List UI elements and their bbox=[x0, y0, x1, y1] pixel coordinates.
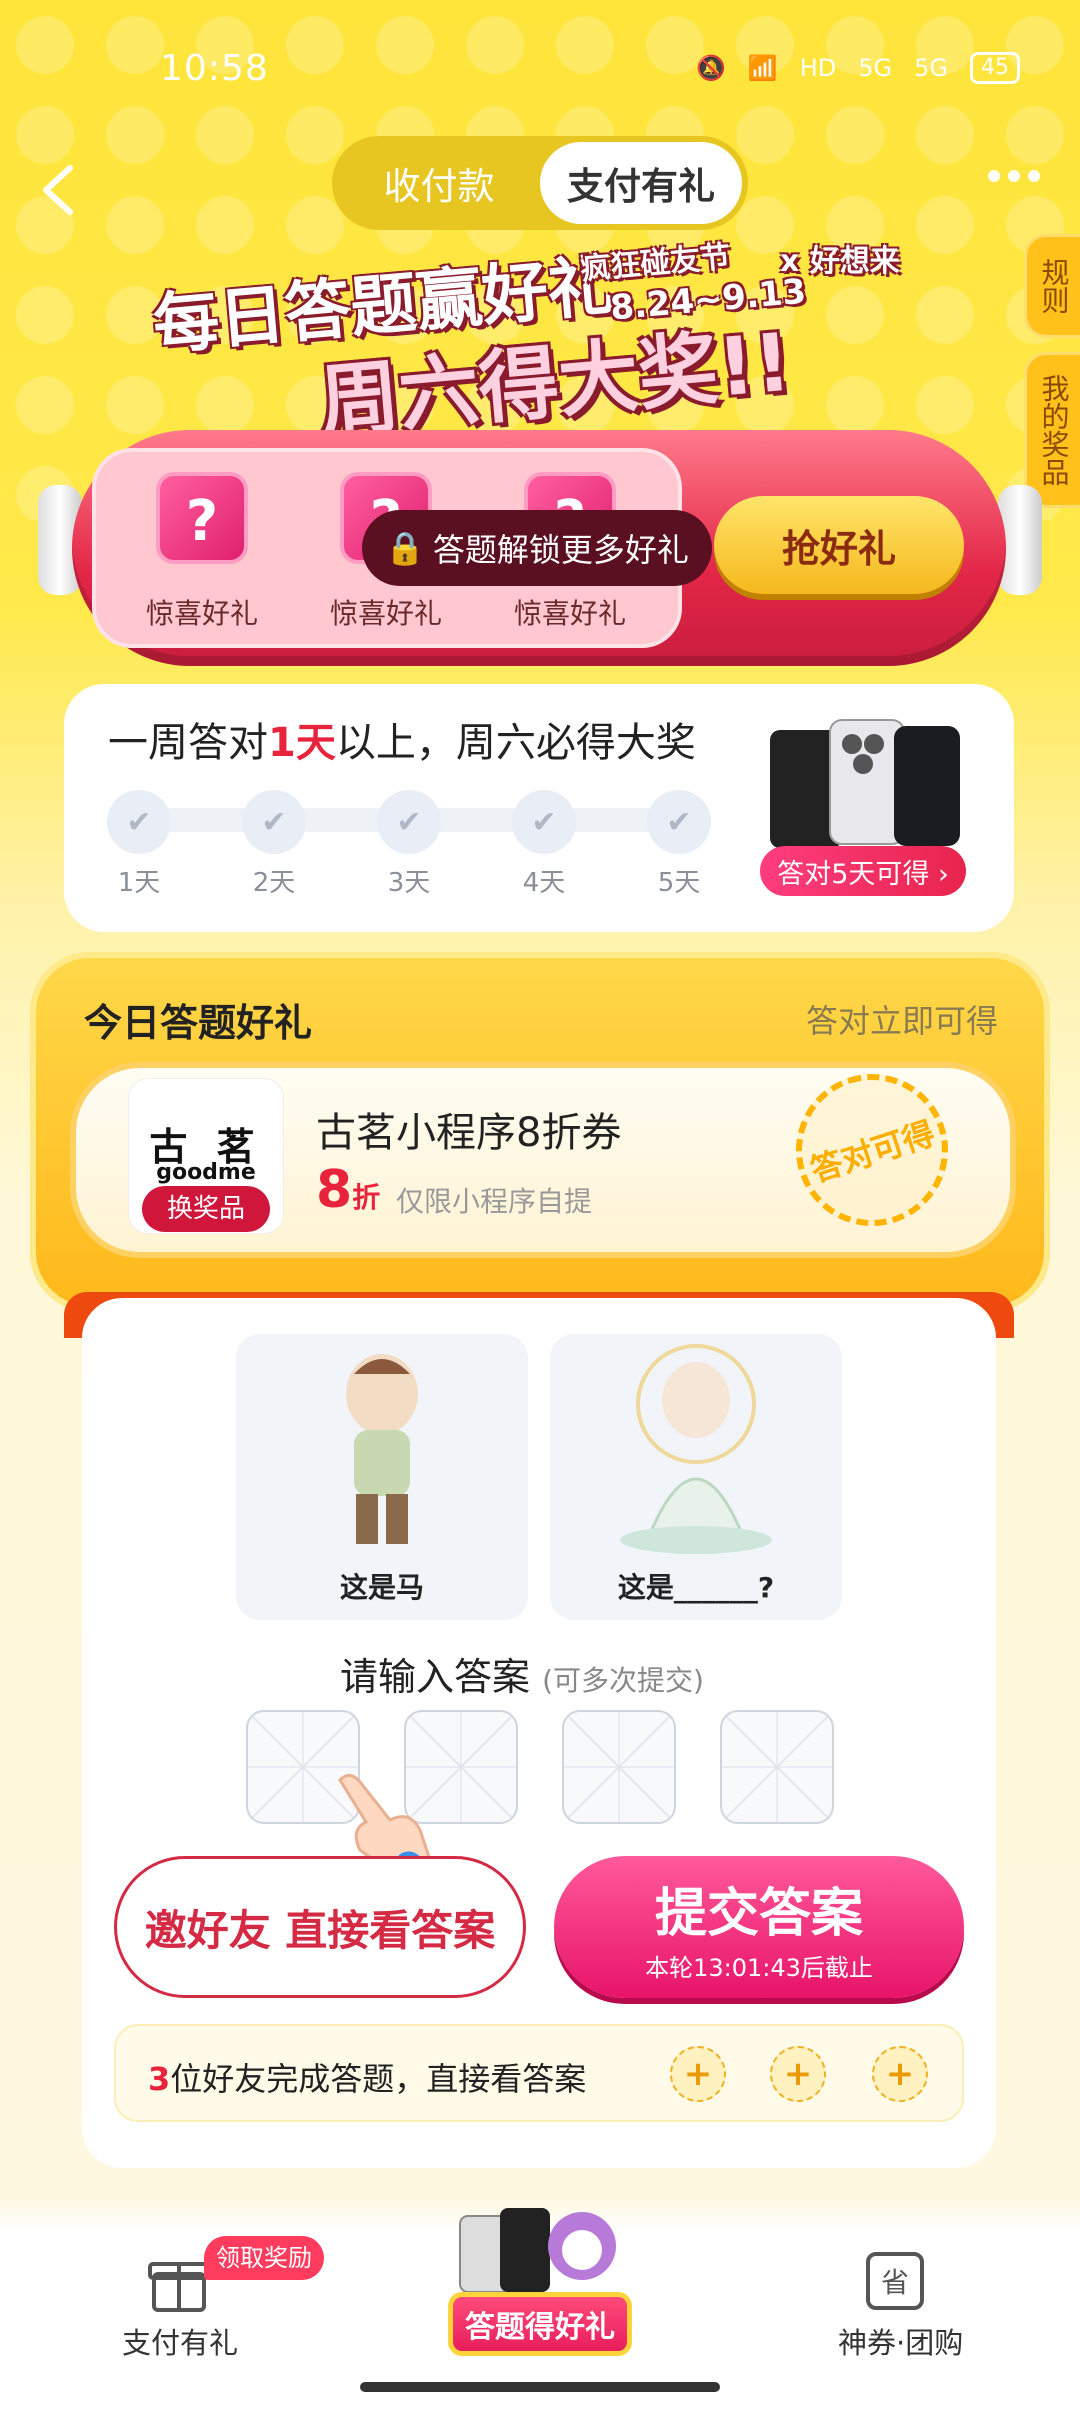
submit-deadline: 本轮13:01:43后截止 bbox=[645, 1954, 873, 1982]
day-label: 4天 bbox=[522, 868, 566, 898]
day-check-icon: ✔ bbox=[512, 790, 576, 854]
coupon-book-icon[interactable]: 省 bbox=[862, 2248, 928, 2314]
prize-showcase-icon bbox=[459, 2208, 616, 2293]
horse-figure-icon bbox=[346, 1354, 418, 1544]
add-friend-icon[interactable]: + bbox=[670, 2046, 726, 2102]
nav-pay-gift[interactable]: 支付有礼 bbox=[122, 2320, 238, 2362]
today-title: 今日答题好礼 bbox=[84, 1001, 313, 1045]
back-icon[interactable] bbox=[34, 160, 84, 220]
signal-2-icon: 5G bbox=[914, 54, 948, 82]
signal-1-icon: 5G bbox=[858, 54, 893, 82]
battery-icon: 45 bbox=[970, 52, 1020, 84]
submit-answer-button[interactable]: 提交答案 本轮13:01:43后截止 bbox=[554, 1856, 964, 1998]
five-day-reward-tag[interactable]: 答对5天可得 › bbox=[760, 846, 966, 896]
add-friend-icon[interactable]: + bbox=[872, 2046, 928, 2102]
mystery-gift-icon: ? bbox=[156, 472, 248, 564]
unlock-pill: 🔒 答题解锁更多好礼 bbox=[362, 510, 712, 586]
grab-gift-button[interactable]: 抢好礼 bbox=[714, 496, 964, 594]
coupon-note: 仅限小程序自提 bbox=[396, 1185, 593, 1218]
coupon-name: 古茗小程序8折券 bbox=[316, 1110, 622, 1156]
svg-text:省: 省 bbox=[881, 2266, 909, 2299]
friends-helper-text: 3位好友完成答题，直接看答案 bbox=[148, 2060, 587, 2098]
day-label: 1天 bbox=[117, 868, 161, 898]
add-friend-icon[interactable]: + bbox=[770, 2046, 826, 2102]
grand-prize-image bbox=[770, 719, 960, 848]
rules-tab[interactable]: 规则 bbox=[1024, 234, 1080, 338]
image-caption: 这是马 bbox=[339, 1571, 424, 1604]
day-label: 5天 bbox=[657, 868, 701, 898]
tab-collect[interactable]: 收付款 bbox=[338, 142, 540, 224]
unlock-text: 答题解锁更多好礼 bbox=[432, 531, 689, 569]
gift-box-icon[interactable] bbox=[148, 2250, 210, 2314]
lock-icon: 🔒 bbox=[385, 529, 425, 567]
status-time: 10:58 bbox=[160, 48, 269, 89]
gift-label: 惊喜好礼 bbox=[145, 597, 258, 630]
gift-label: 惊喜好礼 bbox=[513, 597, 626, 630]
deity-horse-figure-icon bbox=[620, 1344, 772, 1554]
day-check-icon: ✔ bbox=[647, 790, 711, 854]
day-label: 3天 bbox=[387, 868, 431, 898]
claim-reward-badge[interactable]: 领取奖励 bbox=[204, 2236, 324, 2280]
day-check-icon: ✔ bbox=[242, 790, 306, 854]
answer-char-input[interactable] bbox=[562, 1710, 676, 1824]
submit-label: 提交答案 bbox=[654, 1884, 863, 1944]
status-icons: 🔕 📶 HD 5G 5G 45 bbox=[696, 52, 1020, 84]
gift-label: 惊喜好礼 bbox=[329, 597, 442, 630]
day-label: 2天 bbox=[252, 868, 296, 898]
nav-quiz-gift[interactable]: 答题得好礼 bbox=[448, 2292, 632, 2356]
home-indicator bbox=[360, 2382, 720, 2392]
tab-switch: 收付款 支付有礼 bbox=[332, 136, 748, 230]
tab-pay-gift[interactable]: 支付有礼 bbox=[540, 142, 742, 224]
progress-title: 一周答对1天以上，周六必得大奖 bbox=[108, 720, 696, 766]
coupon-discount: 8折 bbox=[316, 1160, 381, 1220]
day-check-icon: ✔ bbox=[377, 790, 441, 854]
brand-logo-en: goodme bbox=[156, 1160, 256, 1185]
my-prizes-tab[interactable]: 我的奖品 bbox=[1024, 352, 1080, 508]
more-icon[interactable] bbox=[988, 170, 1040, 182]
hd-icon: HD bbox=[799, 54, 837, 82]
status-bar: 10:58 🔕 📶 HD 5G 5G 45 bbox=[0, 0, 1080, 140]
image-caption: 这是______? bbox=[617, 1571, 775, 1604]
answer-char-input[interactable] bbox=[720, 1710, 834, 1824]
nav-coupons-group[interactable]: 神券·团购 bbox=[838, 2320, 963, 2362]
wifi-icon: 📶 bbox=[747, 54, 778, 82]
answer-prompt: 请输入答案 (可多次提交) bbox=[340, 1655, 704, 1699]
invite-friends-button[interactable]: 邀好友 直接看答案 bbox=[114, 1856, 526, 1998]
swap-prize-button[interactable]: 换奖品 bbox=[142, 1186, 270, 1232]
mute-icon: 🔕 bbox=[695, 54, 726, 82]
day-check-icon: ✔ bbox=[107, 790, 171, 854]
today-hint: 答对立即可得 bbox=[805, 1002, 998, 1040]
